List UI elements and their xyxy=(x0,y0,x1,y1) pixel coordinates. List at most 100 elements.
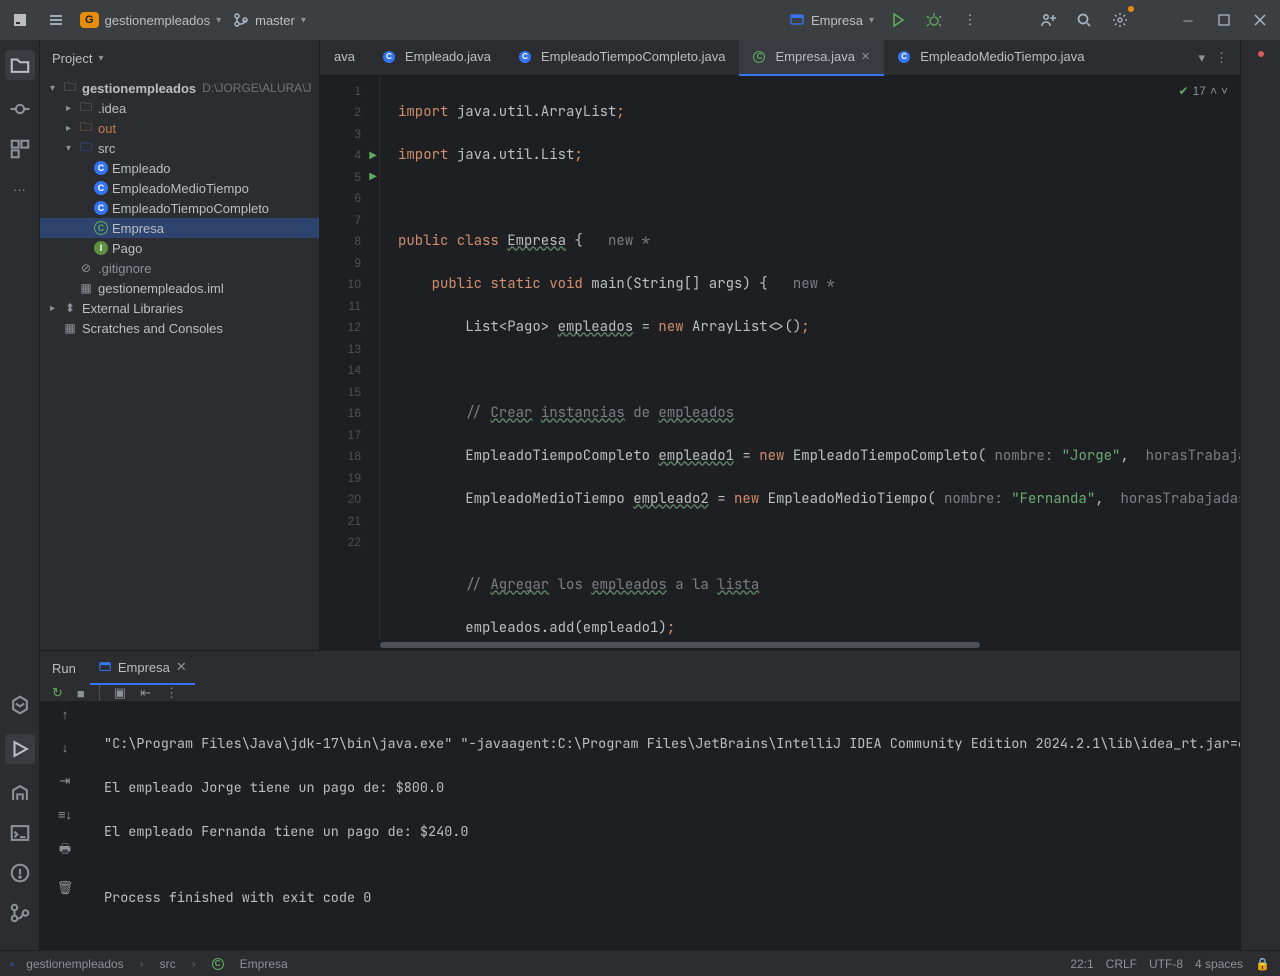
close-icon[interactable]: ✕ xyxy=(861,50,870,63)
problems-tool-icon[interactable] xyxy=(9,862,31,884)
class-icon: C xyxy=(94,201,108,215)
tabs-dropdown-icon[interactable]: ▾ xyxy=(1198,50,1205,66)
class-icon: C xyxy=(898,51,910,63)
run-tool-icon[interactable] xyxy=(5,734,35,764)
project-header-label: Project xyxy=(52,51,92,66)
kebab-icon[interactable]: ⋮ xyxy=(165,685,178,701)
screenshot-icon[interactable]: ▣ xyxy=(114,685,126,701)
class-icon: C xyxy=(94,161,108,175)
debug-icon[interactable] xyxy=(922,8,946,32)
run-tab[interactable]: Empresa ✕ xyxy=(90,651,195,685)
caret-position[interactable]: 22:1 xyxy=(1070,957,1093,971)
rerun-icon[interactable]: ↻ xyxy=(52,685,63,701)
line-separator[interactable]: CRLF xyxy=(1106,957,1137,971)
more-tool-icon[interactable]: ··· xyxy=(9,178,31,200)
project-selector[interactable]: G gestionempleados ▾ xyxy=(80,12,221,28)
softwrap-icon[interactable]: ⇥ xyxy=(60,773,71,789)
services-tool-icon[interactable] xyxy=(9,694,31,716)
run-title: Run xyxy=(52,661,76,676)
close-icon[interactable] xyxy=(1248,8,1272,32)
tab[interactable]: CEmpleado.java xyxy=(369,40,505,76)
tree-item[interactable]: CEmpleadoTiempoCompleto xyxy=(40,198,319,218)
main-menu-icon[interactable] xyxy=(44,8,68,32)
tree-item[interactable]: CEmpleadoMedioTiempo xyxy=(40,178,319,198)
run-tab-label: Empresa xyxy=(118,660,170,675)
search-icon[interactable] xyxy=(1072,8,1096,32)
ij-logo-icon[interactable] xyxy=(8,8,32,32)
interface-icon: I xyxy=(94,241,108,255)
tab[interactable]: ava xyxy=(320,40,369,76)
print-icon[interactable]: 🖶 xyxy=(59,840,71,862)
breadcrumb[interactable]: ▫ gestionempleados › src › C Empresa xyxy=(10,957,288,971)
chevron-down-icon: ▾ xyxy=(301,15,306,26)
trash-icon[interactable]: 🗑 xyxy=(57,880,74,896)
chevron-down-icon: ▾ xyxy=(98,53,103,64)
tab[interactable]: CEmpleadoMedioTiempo.java xyxy=(884,40,1098,76)
console-output[interactable]: "C:\Program Files\Java\jdk-17\bin\java.e… xyxy=(90,701,1240,963)
project-tool-window: Project ▾ ▾🗀gestionempleadosD:\JORGE\ALU… xyxy=(40,40,320,650)
gutter-run-icon[interactable]: ▶ xyxy=(369,171,377,182)
tree-item[interactable]: ▸🗀.idea xyxy=(40,98,319,118)
editor-body[interactable]: ✔ 17 ˄ ˅ 123 4▶ 5▶ 678910111213141516171… xyxy=(320,76,1240,640)
chevron-down-icon[interactable]: ˅ xyxy=(1221,84,1228,98)
scroll-icon[interactable]: ≡↓ xyxy=(58,807,72,822)
kebab-icon[interactable]: ⋮ xyxy=(958,8,982,32)
runnable-class-icon: C xyxy=(753,51,765,63)
kebab-icon[interactable]: ⋮ xyxy=(1215,50,1228,66)
run-config-selector[interactable]: Empresa ▾ xyxy=(789,12,874,28)
tree-item[interactable]: CEmpleado xyxy=(40,158,319,178)
run-toolbar: ↻ ■ ▣ ⇤ ⋮ xyxy=(40,685,1240,701)
tree-item[interactable]: IPago xyxy=(40,238,319,258)
chevron-down-icon: ▾ xyxy=(216,15,221,26)
right-tool-rail xyxy=(1240,40,1280,950)
commit-tool-icon[interactable] xyxy=(9,98,31,120)
project-name: gestionempleados xyxy=(105,13,211,28)
encoding[interactable]: UTF-8 xyxy=(1149,957,1183,971)
terminal-tool-icon[interactable] xyxy=(9,822,31,844)
runnable-class-icon: C xyxy=(94,221,108,235)
gutter: 123 4▶ 5▶ 678910111213141516171819202122 xyxy=(320,76,380,640)
run-tool-window: Run Empresa ✕ ↻ ■ ▣ ⇤ ⋮ ↑ ↓ ⇥ xyxy=(40,650,1240,950)
tree-item[interactable]: ⊘.gitignore xyxy=(40,258,319,278)
tree-item[interactable]: ▦gestionempleados.iml xyxy=(40,278,319,298)
down-icon[interactable]: ↓ xyxy=(62,740,69,755)
run-icon[interactable] xyxy=(886,8,910,32)
tree-item[interactable]: ▦Scratches and Consoles xyxy=(40,318,319,338)
project-badge: G xyxy=(80,12,99,28)
tree-item[interactable]: ▸⬍External Libraries xyxy=(40,298,319,318)
left-tool-rail: ··· xyxy=(0,40,40,950)
vcs-branch[interactable]: master ▾ xyxy=(233,12,306,28)
code-with-me-icon[interactable] xyxy=(1036,8,1060,32)
console-side-tools: ↑ ↓ ⇥ ≡↓ 🖶 🗑 xyxy=(40,701,90,963)
chevron-down-icon: ▾ xyxy=(869,15,874,26)
maximize-icon[interactable] xyxy=(1212,8,1236,32)
tab-active[interactable]: CEmpresa.java✕ xyxy=(739,40,884,76)
vcs-tool-icon[interactable] xyxy=(9,902,31,924)
code-content[interactable]: import java.util.ArrayList; import java.… xyxy=(380,76,1240,640)
up-icon[interactable]: ↑ xyxy=(62,707,69,722)
settings-icon[interactable] xyxy=(1108,8,1132,32)
exit-icon[interactable]: ⇤ xyxy=(140,685,151,701)
close-icon[interactable]: ✕ xyxy=(176,659,187,675)
tree-item[interactable]: ▸🗀out xyxy=(40,118,319,138)
project-tool-icon[interactable] xyxy=(5,50,35,80)
gutter-run-icon[interactable]: ▶ xyxy=(369,150,377,161)
readonly-icon[interactable]: 🔒 xyxy=(1255,957,1270,971)
project-header[interactable]: Project ▾ xyxy=(40,40,319,76)
tree-item[interactable]: ▾🗀src xyxy=(40,138,319,158)
stop-icon[interactable]: ■ xyxy=(77,686,85,701)
inspection-widget[interactable]: ✔ 17 ˄ ˅ xyxy=(1179,84,1228,98)
tab[interactable]: CEmpleadoTiempoCompleto.java xyxy=(505,40,740,76)
inspection-count: 17 xyxy=(1193,84,1206,98)
build-tool-icon[interactable] xyxy=(9,782,31,804)
class-icon: C xyxy=(383,51,395,63)
minimize-icon[interactable]: ─ xyxy=(1176,8,1200,32)
horizontal-scrollbar[interactable] xyxy=(320,640,1240,650)
indent[interactable]: 4 spaces xyxy=(1195,957,1243,971)
chevron-up-icon[interactable]: ˄ xyxy=(1210,84,1217,98)
editor-area: ava CEmpleado.java CEmpleadoTiempoComple… xyxy=(320,40,1240,650)
tree-item-selected[interactable]: CEmpresa xyxy=(40,218,319,238)
tree-root[interactable]: ▾🗀gestionempleadosD:\JORGE\ALURA\J xyxy=(40,78,319,98)
project-tree: ▾🗀gestionempleadosD:\JORGE\ALURA\J ▸🗀.id… xyxy=(40,76,319,650)
structure-tool-icon[interactable] xyxy=(9,138,31,160)
